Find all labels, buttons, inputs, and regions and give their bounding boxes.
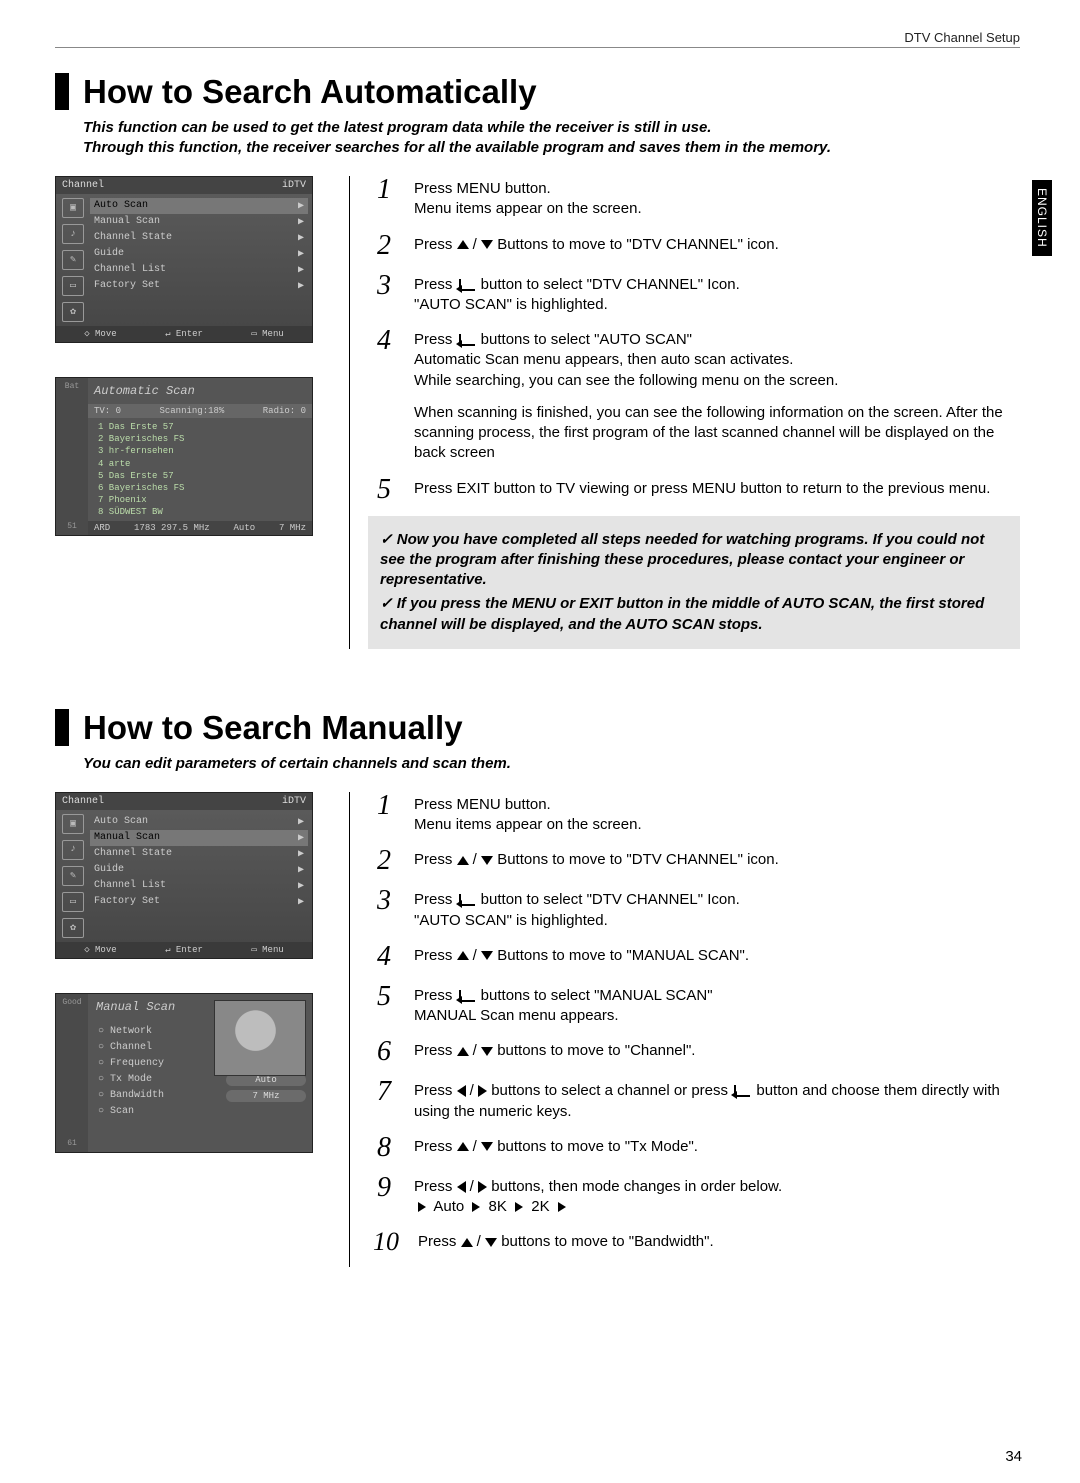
step-number: 3: [368, 887, 400, 915]
manual-scan-row: ○ Bandwidth7 MHz: [98, 1088, 306, 1104]
tv-menu-item: Auto Scan▶: [90, 814, 308, 830]
audio-icon: ♪: [62, 224, 84, 244]
breadcrumb: DTV Channel Setup: [55, 30, 1020, 48]
chain-arrow-icon: [418, 1202, 426, 1212]
right-icon: [478, 1181, 487, 1193]
language-tab: ENGLISH: [1032, 180, 1052, 256]
manual-scan-value: 7 MHz: [226, 1090, 306, 1102]
down-icon: [481, 1047, 493, 1056]
up-icon: [461, 1238, 473, 1247]
section-auto-search: How to Search Automatically This functio…: [55, 73, 1020, 649]
enter-icon: [734, 1085, 750, 1097]
section-intro: You can edit parameters of certain chann…: [83, 754, 1020, 774]
gear-icon: ✿: [62, 918, 84, 938]
step-number: 5: [368, 476, 400, 504]
section-manual-search: How to Search Manually You can edit para…: [55, 709, 1020, 1267]
pip-icon: ▭: [62, 892, 84, 912]
scan-list-item: 4 arte: [98, 458, 306, 470]
up-icon: [457, 240, 469, 249]
scan-list-item: 8 SÜDWEST BW: [98, 506, 306, 518]
section-intro: This function can be used to get the lat…: [83, 118, 1020, 159]
tools-icon: ✎: [62, 250, 84, 270]
photo-icon: ▣: [62, 198, 84, 218]
tv-screenshot-channel-menu-manual: ChanneliDTV ▣ ♪ ✎ ▭ ✿ Auto Scan▶Manual S…: [55, 792, 313, 959]
section-title: How to Search Automatically: [83, 73, 537, 110]
title-accent-bar: [55, 73, 69, 110]
pip-icon: ▭: [62, 276, 84, 296]
up-icon: [457, 951, 469, 960]
right-icon: [478, 1085, 487, 1097]
up-icon: [457, 1047, 469, 1056]
left-icon: [457, 1181, 466, 1193]
step-number: 6: [368, 1038, 400, 1066]
down-icon: [485, 1238, 497, 1247]
gear-icon: ✿: [62, 302, 84, 322]
step-number: 8: [368, 1134, 400, 1162]
step-number: 2: [368, 847, 400, 875]
scan-list-item: 5 Das Erste 57: [98, 470, 306, 482]
tv-menu-item: Factory Set▶: [90, 278, 308, 294]
tv-menu-item: Manual Scan▶: [90, 830, 308, 846]
down-icon: [481, 951, 493, 960]
tools-icon: ✎: [62, 866, 84, 886]
tv-screenshot-channel-menu: ChanneliDTV ▣ ♪ ✎ ▭ ✿ Auto Scan▶Manual S…: [55, 176, 313, 343]
up-icon: [457, 1142, 469, 1151]
down-icon: [481, 856, 493, 865]
step-number: 10: [368, 1229, 404, 1255]
audio-icon: ♪: [62, 840, 84, 860]
tv-menu-item: Channel State▶: [90, 846, 308, 862]
title-accent-bar: [55, 709, 69, 746]
tv-menu-item: Channel List▶: [90, 878, 308, 894]
notes-box: ✓ Now you have completed all steps neede…: [368, 516, 1020, 649]
tv-menu-item: Auto Scan▶: [90, 198, 308, 214]
scan-list-item: 6 Bayerisches FS: [98, 482, 306, 494]
up-icon: [457, 856, 469, 865]
step-number: 2: [368, 232, 400, 260]
page-number: 34: [1005, 1448, 1022, 1465]
preview-thumbnail: [214, 1000, 306, 1076]
tv-menu-item: Guide▶: [90, 246, 308, 262]
left-icon: [457, 1085, 466, 1097]
step-number: 4: [368, 943, 400, 971]
step-number: 1: [368, 176, 400, 204]
step-number: 5: [368, 983, 400, 1011]
enter-icon: [459, 894, 475, 906]
step-number: 1: [368, 792, 400, 820]
tv-screenshot-auto-scan: Bat 51 Automatic Scan TV: 0 Scanning:18%…: [55, 377, 313, 536]
enter-icon: [459, 990, 475, 1002]
scan-list-item: 7 Phoenix: [98, 494, 306, 506]
tv-menu-item: Channel State▶: [90, 230, 308, 246]
chain-arrow-icon: [558, 1202, 566, 1212]
tv-menu-item: Factory Set▶: [90, 894, 308, 910]
scan-list-item: 3 hr-fernsehen: [98, 445, 306, 457]
scan-list-item: 1 Das Erste 57: [98, 421, 306, 433]
down-icon: [481, 240, 493, 249]
tv-menu-item: Manual Scan▶: [90, 214, 308, 230]
step-number: 7: [368, 1078, 400, 1106]
tv-menu-item: Guide▶: [90, 862, 308, 878]
tv-menu-item: Channel List▶: [90, 262, 308, 278]
step-number: 9: [368, 1174, 400, 1202]
scan-list-item: 2 Bayerisches FS: [98, 433, 306, 445]
tv-screenshot-manual-scan: Good 61 Manual Scan ○ NetworkEurope○ Cha…: [55, 993, 313, 1153]
step-number: 4: [368, 327, 400, 355]
section-title: How to Search Manually: [83, 709, 463, 746]
chain-arrow-icon: [472, 1202, 480, 1212]
enter-icon: [459, 279, 475, 291]
down-icon: [481, 1142, 493, 1151]
photo-icon: ▣: [62, 814, 84, 834]
step-number: 3: [368, 272, 400, 300]
chain-arrow-icon: [515, 1202, 523, 1212]
enter-icon: [459, 334, 475, 346]
manual-scan-row: ○ Scan: [98, 1104, 306, 1119]
